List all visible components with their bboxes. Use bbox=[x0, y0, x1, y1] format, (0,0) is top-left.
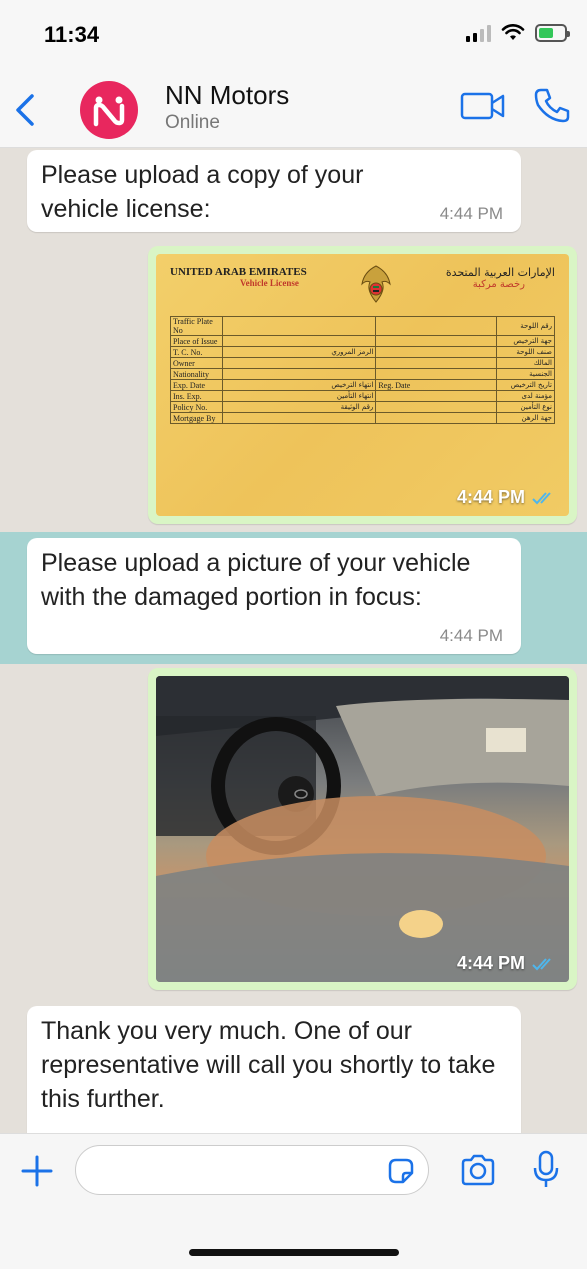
microphone-icon bbox=[533, 1150, 559, 1187]
license-title-ar: الإمارات العربية المتحدة bbox=[445, 266, 555, 279]
microphone-button[interactable] bbox=[532, 1150, 560, 1190]
message-time: 4:44 PM bbox=[439, 626, 503, 645]
back-icon bbox=[16, 94, 34, 126]
outgoing-image-message[interactable]: 4:44 PM bbox=[148, 668, 577, 990]
image-timestamp: 4:44 PM bbox=[457, 487, 557, 508]
license-row: Policy No. رقم الوثيقة نوع التأمين bbox=[170, 401, 555, 413]
back-button[interactable] bbox=[12, 90, 42, 130]
message-input[interactable] bbox=[75, 1145, 429, 1195]
incoming-message[interactable]: Please upload a copy of your vehicle lic… bbox=[27, 150, 521, 232]
incoming-message[interactable]: Please upload a picture of your vehicle … bbox=[27, 538, 521, 654]
message-time: 4:44 PM bbox=[456, 953, 525, 973]
voice-call-button[interactable] bbox=[532, 86, 572, 126]
license-header: UNITED ARAB EMIRATES Vehicle License الإ… bbox=[170, 265, 555, 308]
sticker-button[interactable] bbox=[386, 1156, 416, 1186]
license-row: Nationality الجنسية bbox=[170, 368, 555, 380]
license-row: Place of Issue جهة الترخيص bbox=[170, 335, 555, 347]
status-bar: 11:34 bbox=[0, 0, 587, 72]
message-time: 4:44 PM bbox=[456, 487, 525, 507]
nn-motors-logo-icon bbox=[93, 96, 125, 127]
license-row: Owner المالك bbox=[170, 357, 555, 369]
message-text: Please upload a copy of your vehicle lic… bbox=[41, 161, 364, 223]
license-subtitle-en: Vehicle License bbox=[240, 278, 299, 288]
license-row: T. C. No. الرمز المروري صنف اللوحة bbox=[170, 346, 555, 358]
license-fields-table: Traffic Plate No رقم اللوحة Place of Issu… bbox=[170, 316, 555, 424]
outgoing-image-message[interactable]: UNITED ARAB EMIRATES Vehicle License الإ… bbox=[148, 246, 577, 524]
video-call-icon bbox=[460, 92, 505, 120]
chat-header: NN Motors Online bbox=[0, 72, 587, 148]
uae-emblem-icon bbox=[361, 265, 392, 303]
camera-icon bbox=[461, 1154, 495, 1186]
license-row: Ins. Exp. انتهاء التأمين مؤمنة لدى bbox=[170, 390, 555, 402]
read-receipt-icon bbox=[532, 491, 551, 504]
contact-status: Online bbox=[165, 112, 220, 133]
status-icons bbox=[466, 24, 570, 42]
chat-area[interactable]: Please upload a copy of your vehicle lic… bbox=[0, 148, 587, 1133]
home-indicator[interactable] bbox=[189, 1249, 399, 1256]
status-time: 11:34 bbox=[44, 22, 100, 47]
flooded-car-image[interactable]: 4:44 PM bbox=[156, 676, 569, 982]
camera-button[interactable] bbox=[460, 1154, 496, 1186]
license-title-en: UNITED ARAB EMIRATES bbox=[170, 266, 307, 278]
vehicle-license-image[interactable]: UNITED ARAB EMIRATES Vehicle License الإ… bbox=[156, 254, 569, 516]
incoming-message[interactable]: Thank you very much. One of our represen… bbox=[27, 1006, 521, 1133]
battery-icon bbox=[535, 24, 570, 42]
car-interior-illustration bbox=[156, 676, 569, 982]
contact-avatar[interactable] bbox=[80, 81, 138, 139]
license-row: Mortgage By جهة الرهن bbox=[170, 412, 555, 424]
message-time: 4:44 PM bbox=[439, 204, 503, 223]
license-subtitle-ar: رخصة مركبة bbox=[472, 279, 525, 290]
message-text: Please upload a picture of your vehicle … bbox=[41, 549, 471, 611]
plus-icon bbox=[21, 1155, 53, 1187]
signal-icon bbox=[466, 24, 491, 42]
image-timestamp: 4:44 PM bbox=[457, 953, 557, 974]
message-text: Thank you very much. One of our represen… bbox=[41, 1017, 496, 1113]
sticker-icon bbox=[388, 1158, 414, 1184]
input-bar bbox=[0, 1133, 587, 1269]
license-row: Exp. Date انتهاء الترخيص Reg. Date تاريخ ال… bbox=[170, 379, 555, 391]
license-row: Traffic Plate No رقم اللوحة bbox=[170, 316, 555, 336]
contact-name[interactable]: NN Motors bbox=[165, 80, 289, 111]
phone-icon bbox=[534, 88, 570, 123]
attach-button[interactable] bbox=[20, 1154, 54, 1188]
wifi-icon bbox=[501, 24, 525, 40]
read-receipt-icon bbox=[532, 957, 551, 970]
video-call-button[interactable] bbox=[460, 90, 506, 122]
